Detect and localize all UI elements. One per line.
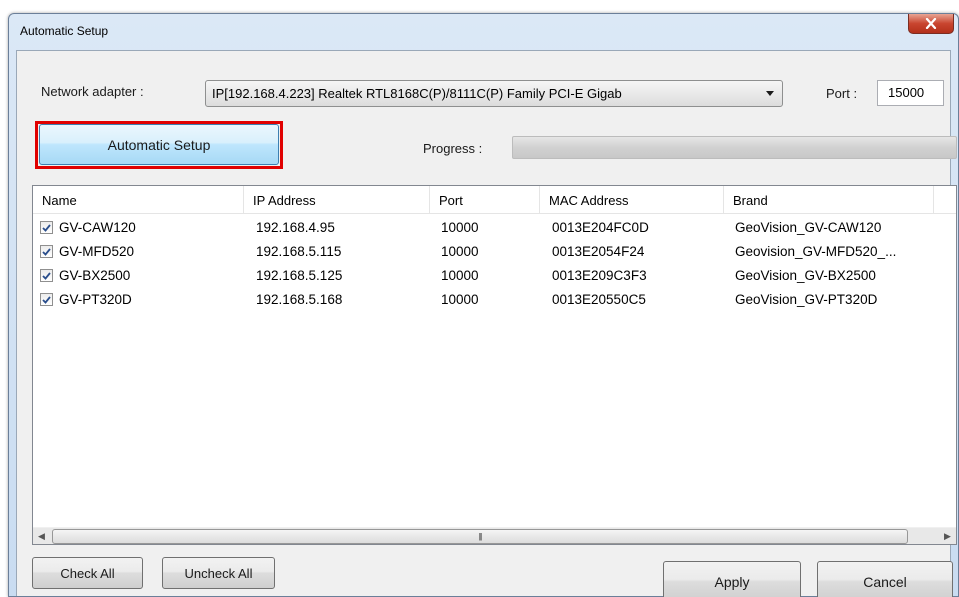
table-row[interactable]: GV-PT320D 192.168.5.168 10000 0013E20550… [33,288,956,312]
title-bar: Automatic Setup [9,14,958,50]
cell-brand: GeoVision_GV-CAW120 [735,220,882,235]
column-header-mac-address[interactable]: MAC Address [540,186,724,214]
check-all-label: Check All [60,565,115,581]
device-list-header: Name IP Address Port MAC Address Brand [33,186,956,214]
horizontal-scrollbar[interactable]: ◀ ||| ▶ [33,527,956,544]
device-list-rows: GV-CAW120 192.168.4.95 10000 0013E204FC0… [33,216,956,312]
window-title: Automatic Setup [20,24,109,38]
port-label: Port : [826,86,858,101]
cell-mac: 0013E204FC0D [552,220,649,235]
cell-brand: GeoVision_GV-BX2500 [735,268,876,283]
cell-name: GV-BX2500 [59,268,131,283]
cell-port: 10000 [441,244,479,259]
cell-name: GV-MFD520 [59,244,135,259]
cell-name: GV-PT320D [59,292,132,307]
cancel-button[interactable]: Cancel [817,561,953,597]
row-checkbox[interactable] [40,221,53,234]
cell-mac: 0013E2054F24 [552,244,645,259]
automatic-setup-dialog: Automatic Setup Network adapter : IP[192… [8,13,959,597]
cell-port: 10000 [441,292,479,307]
apply-label: Apply [714,573,750,590]
progress-bar [512,136,957,159]
checkmark-icon [42,247,51,256]
automatic-setup-button-label: Automatic Setup [107,136,211,153]
chevron-down-icon [766,91,774,96]
cell-name: GV-CAW120 [59,220,136,235]
apply-button[interactable]: Apply [663,561,801,597]
progress-label: Progress : [423,141,483,156]
cell-ip: 192.168.5.125 [256,268,343,283]
scroll-right-icon[interactable]: ▶ [939,528,956,545]
uncheck-all-label: Uncheck All [184,565,253,581]
dialog-body: Network adapter : IP[192.168.4.223] Real… [16,50,957,597]
checkmark-icon [42,295,51,304]
cell-brand: Geovision_GV-MFD520_... [735,244,897,259]
column-header-port[interactable]: Port [430,186,540,214]
column-header-ip-address[interactable]: IP Address [244,186,430,214]
row-checkbox[interactable] [40,245,53,258]
close-icon [925,18,937,29]
row-checkbox[interactable] [40,293,53,306]
scrollbar-thumb[interactable]: ||| [52,529,908,544]
network-adapter-label: Network adapter : [41,84,144,99]
network-adapter-value: IP[192.168.4.223] Realtek RTL8168C(P)/81… [212,86,622,101]
cell-mac: 0013E209C3F3 [552,268,647,283]
cell-port: 10000 [441,268,479,283]
cell-ip: 192.168.5.168 [256,292,343,307]
cell-port: 10000 [441,220,479,235]
cell-ip: 192.168.4.95 [256,220,335,235]
table-row[interactable]: GV-MFD520 192.168.5.115 10000 0013E2054F… [33,240,956,264]
automatic-setup-button[interactable]: Automatic Setup [39,124,279,165]
column-header-name[interactable]: Name [33,186,244,214]
cell-brand: GeoVision_GV-PT320D [735,292,878,307]
checkmark-icon [42,223,51,232]
table-row[interactable]: GV-BX2500 192.168.5.125 10000 0013E209C3… [33,264,956,288]
table-row[interactable]: GV-CAW120 192.168.4.95 10000 0013E204FC0… [33,216,956,240]
port-input[interactable]: 15000 [877,80,944,106]
scroll-left-icon[interactable]: ◀ [33,528,50,545]
check-all-button[interactable]: Check All [32,557,143,589]
cell-ip: 192.168.5.115 [256,244,342,259]
close-button[interactable] [908,14,954,34]
cancel-label: Cancel [863,573,907,590]
checkmark-icon [42,271,51,280]
row-checkbox[interactable] [40,269,53,282]
network-adapter-dropdown[interactable]: IP[192.168.4.223] Realtek RTL8168C(P)/81… [205,80,783,107]
cell-mac: 0013E20550C5 [552,292,646,307]
uncheck-all-button[interactable]: Uncheck All [162,557,275,589]
column-header-brand[interactable]: Brand [724,186,934,214]
device-list[interactable]: Name IP Address Port MAC Address Brand G… [32,185,957,545]
